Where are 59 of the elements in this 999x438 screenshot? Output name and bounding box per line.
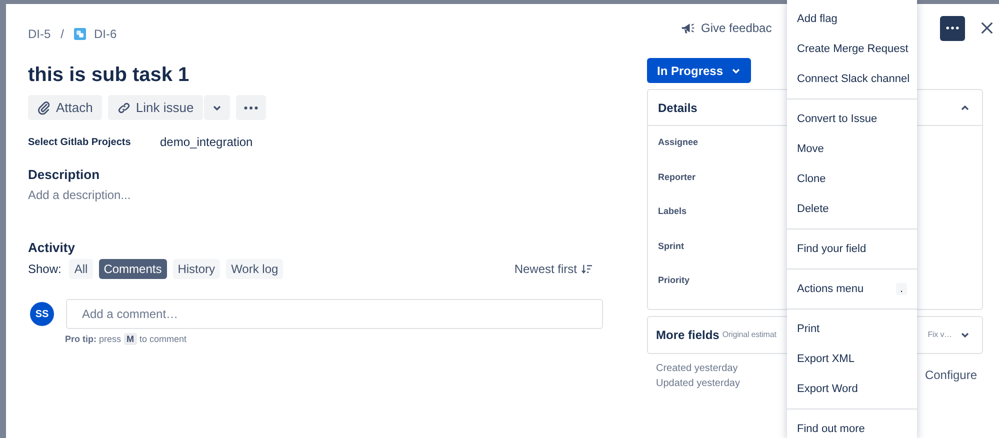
configure-button[interactable]: Configure — [918, 366, 983, 382]
menu-item[interactable]: Create Merge Request — [787, 34, 917, 64]
subtask-icon — [74, 28, 86, 40]
filter-tab[interactable]: Comments — [98, 259, 167, 279]
fields-summary: Original estimat — [722, 330, 776, 339]
link-issue-button[interactable]: Link issue — [108, 95, 203, 120]
link-icon — [116, 100, 131, 114]
menu-item[interactable]: Add flag — [787, 4, 917, 34]
menu-item[interactable]: Clone — [787, 164, 917, 194]
field-label: Select Gitlab Projects — [28, 136, 132, 148]
breadcrumb-link[interactable]: DI-5 — [28, 27, 51, 41]
more-actions-button[interactable] — [940, 16, 965, 40]
section-heading: Description — [28, 167, 101, 182]
field-label: Priority — [658, 274, 690, 287]
menu-item[interactable]: Find your field — [787, 234, 917, 264]
attach-button[interactable]: Attach — [28, 95, 102, 120]
menu-item[interactable]: Move — [787, 134, 917, 164]
panel-title: Details — [658, 100, 698, 114]
date-text: Updated yesterday — [656, 378, 740, 388]
fields-summary: Fix v… — [928, 330, 952, 339]
panel-title: More fields — [656, 328, 720, 342]
description-field[interactable]: Add a description... — [28, 188, 603, 202]
field-label: Reporter — [658, 170, 696, 184]
filter-tab[interactable]: Work log — [226, 259, 284, 279]
menu-item[interactable]: Convert to Issue — [787, 104, 917, 134]
breadcrumb-link[interactable]: DI-6 — [94, 27, 117, 41]
more-button[interactable] — [236, 95, 266, 120]
dropdown-button[interactable] — [204, 95, 230, 120]
field-label: Labels — [658, 205, 687, 218]
menu-item[interactable]: Print — [787, 314, 917, 344]
section-heading: Activity — [28, 240, 76, 255]
field-value[interactable]: demo_integration — [160, 135, 253, 149]
comment-field[interactable]: Add a comment… — [66, 299, 603, 329]
issue-title: this is sub task 1 — [28, 63, 190, 87]
field-label: Assignee — [658, 136, 698, 149]
user-avatar: SS — [30, 302, 54, 326]
feedback-button[interactable]: Give feedbac — [675, 20, 778, 36]
more-icon — [946, 26, 959, 30]
breadcrumb-separator: / — [60, 27, 64, 41]
pro-tip-text: Pro tip: press M to comment — [65, 334, 188, 344]
sort-button[interactable]: Newest first — [508, 261, 599, 277]
menu-item[interactable]: Delete — [787, 194, 917, 224]
filter-tab[interactable]: All — [69, 259, 93, 279]
status-button[interactable]: In Progress — [647, 58, 752, 83]
menu-item[interactable]: Connect Slack channel — [787, 64, 917, 94]
menu-item[interactable]: Find out more — [787, 414, 917, 438]
show-label: Show: — [28, 262, 62, 276]
chevron-up-icon[interactable] — [960, 102, 970, 112]
more-icon — [244, 106, 258, 110]
sort-icon — [581, 264, 593, 274]
menu-item[interactable]: Export XML — [787, 344, 917, 374]
date-text: Created yesterday — [656, 362, 738, 374]
field-label: Sprint — [658, 240, 684, 253]
filter-tab[interactable]: History — [172, 259, 220, 279]
menu-item[interactable]: Actions menu . — [787, 274, 917, 304]
menu-item[interactable]: Export Word — [787, 374, 917, 404]
megaphone-icon — [681, 21, 695, 35]
paperclip-icon — [37, 100, 51, 114]
close-icon — [981, 22, 993, 34]
